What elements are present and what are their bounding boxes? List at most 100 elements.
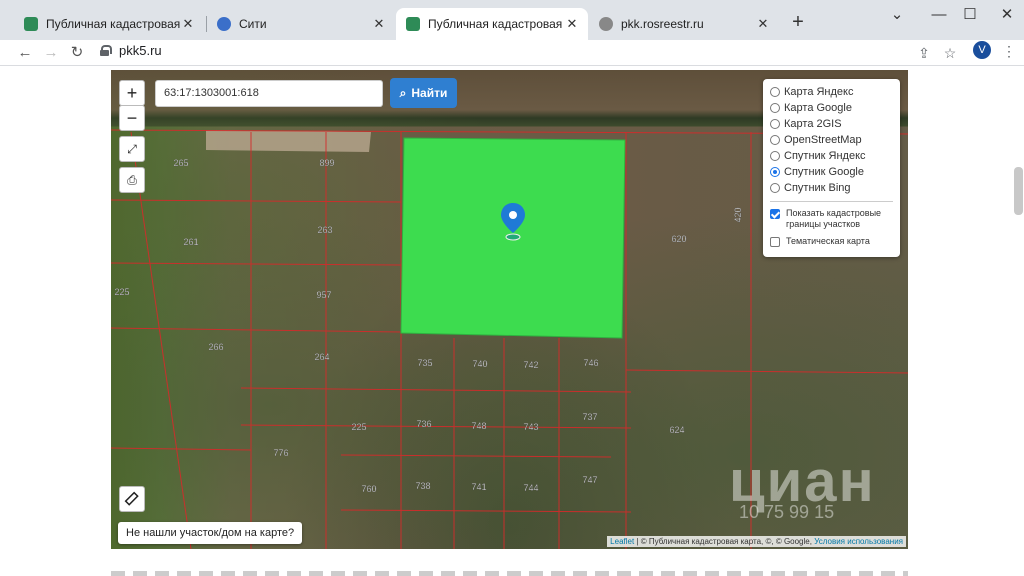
layer-label: Карта Яндекс xyxy=(784,86,854,98)
parcel-number-label: 738 xyxy=(415,481,430,491)
tab-title: Публичная кадастровая карта Р xyxy=(46,17,180,31)
thematic-map-checkbox-row[interactable]: Тематическая карта xyxy=(770,236,893,247)
parcel-number-label: 760 xyxy=(361,484,376,494)
parcel-number-label: 225 xyxy=(114,287,129,297)
tab-1[interactable]: Публичная кадастровая карта Р ✕ xyxy=(14,8,204,40)
layer-label: Спутник Bing xyxy=(784,182,851,194)
radio-icon[interactable] xyxy=(770,119,780,129)
tab-3-active[interactable]: Публичная кадастровая карта Р ✕ xyxy=(396,8,588,40)
layer-label: Спутник Google xyxy=(784,166,864,178)
radio-icon[interactable] xyxy=(770,103,780,113)
layer-option-google-satellite[interactable]: Спутник Google xyxy=(770,164,893,180)
tab-title: pkk.rosreestr.ru xyxy=(621,17,704,31)
search-icon: ⌕ xyxy=(399,85,407,100)
zoom-in-button[interactable]: + xyxy=(119,80,145,106)
parcel-number-label: 263 xyxy=(317,225,332,235)
parcel-number-label: 736 xyxy=(416,419,431,429)
tab-2[interactable]: Сити ✕ xyxy=(207,8,395,40)
checkbox-label: Тематическая карта xyxy=(786,236,870,246)
new-tab-button[interactable]: + xyxy=(786,11,810,35)
parcel-number-label: 620 xyxy=(671,234,686,244)
fullscreen-icon[interactable]: ⤢ xyxy=(119,136,145,162)
parcel-number-label: 746 xyxy=(583,358,598,368)
parcel-number-label: 744 xyxy=(523,483,538,493)
attribution-text: | © Публичная кадастровая карта, ©, © Go… xyxy=(636,537,812,546)
page-scrollbar[interactable] xyxy=(1014,167,1023,215)
parcel-number-label: 261 xyxy=(183,237,198,247)
parcel-number-label: 735 xyxy=(417,358,432,368)
layer-option-bing-satellite[interactable]: Спутник Bing xyxy=(770,180,893,196)
radio-icon[interactable] xyxy=(770,183,780,193)
layer-option-yandex-satellite[interactable]: Спутник Яндекс xyxy=(770,148,893,164)
minimize-icon[interactable]: — xyxy=(924,4,954,28)
parcel-number-label: 225 xyxy=(351,422,366,432)
zoom-out-button[interactable]: − xyxy=(119,105,145,131)
close-icon[interactable]: ✕ xyxy=(564,16,580,32)
tab-4[interactable]: pkk.rosreestr.ru ✕ xyxy=(589,8,779,40)
layer-label: Карта 2GIS xyxy=(784,118,842,130)
tab-title: Публичная кадастровая карта Р xyxy=(428,17,564,31)
layers-panel: Карта Яндекс Карта Google Карта 2GIS Ope… xyxy=(763,79,900,257)
forward-arrow-icon[interactable]: → xyxy=(40,42,62,64)
parcel-number-label: 743 xyxy=(523,422,538,432)
radio-selected-icon[interactable] xyxy=(770,167,780,177)
tab-title: Сити xyxy=(239,17,267,31)
parcel-number-label: 776 xyxy=(273,448,288,458)
page-text-below-map xyxy=(111,571,908,576)
close-icon[interactable]: ✕ xyxy=(180,16,196,32)
radio-icon[interactable] xyxy=(770,87,780,97)
browser-toolbar: ← → ↻ pkk5.ru ⇪ ☆ xyxy=(0,40,1024,66)
parcel-number-label: 740 xyxy=(472,359,487,369)
not-found-button[interactable]: Не нашли участок/дом на карте? xyxy=(118,522,303,544)
parcel-number-label: 624 xyxy=(669,425,684,435)
window-close-icon[interactable]: ✕ xyxy=(992,4,1022,28)
print-icon[interactable]: ⎙ xyxy=(119,167,145,193)
shield-icon xyxy=(24,17,38,31)
show-cadastral-checkbox-row[interactable]: Показать кадастровые границы участков xyxy=(770,208,893,230)
maximize-icon[interactable]: ☐ xyxy=(955,4,985,28)
reload-icon[interactable]: ↻ xyxy=(66,42,88,64)
menu-kebab-icon[interactable]: ⋮ xyxy=(1002,43,1016,60)
layer-option-2gis-map[interactable]: Карта 2GIS xyxy=(770,116,893,132)
layer-label: Спутник Яндекс xyxy=(784,150,866,162)
checkbox-checked-icon[interactable] xyxy=(770,209,780,219)
checkbox-label: Показать кадастровые границы участков xyxy=(786,208,882,229)
globe-icon xyxy=(599,17,613,31)
ruler-icon[interactable] xyxy=(119,486,145,512)
parcel-number-label: 265 xyxy=(173,158,188,168)
share-icon[interactable]: ⇪ xyxy=(914,43,934,63)
parcel-number-label: 264 xyxy=(314,352,329,362)
radio-icon[interactable] xyxy=(770,135,780,145)
layer-label: OpenStreetMap xyxy=(784,134,862,146)
parcel-number-label: 742 xyxy=(523,360,538,370)
parcel-number-label: 420 xyxy=(733,207,743,222)
parcel-number-label: 899 xyxy=(319,158,334,168)
map-view[interactable]: 265 899 261 263 225 957 266 264 620 735 740 742 746 2… xyxy=(111,70,908,549)
parcel-number-label: 747 xyxy=(582,475,597,485)
back-arrow-icon[interactable]: ← xyxy=(14,42,36,64)
layer-option-osm[interactable]: OpenStreetMap xyxy=(770,132,893,148)
layer-label: Карта Google xyxy=(784,102,852,114)
radio-icon[interactable] xyxy=(770,151,780,161)
find-button[interactable]: ⌕ Найти xyxy=(390,78,457,108)
find-button-label: Найти xyxy=(411,86,448,100)
tab-search-icon[interactable]: ⌄ xyxy=(882,4,912,28)
leaflet-link[interactable]: Leaflet xyxy=(610,537,634,546)
parcel-number-label: 748 xyxy=(471,421,486,431)
watermark-id: 10 75 99 15 xyxy=(739,502,835,522)
cadastral-search-input[interactable]: 63:17:1303001:618 xyxy=(155,80,383,107)
checkbox-icon[interactable] xyxy=(770,237,780,247)
avatar[interactable]: V xyxy=(973,41,991,59)
parcel-number-label: 741 xyxy=(471,482,486,492)
close-icon[interactable]: ✕ xyxy=(371,16,387,32)
layer-option-google-map[interactable]: Карта Google xyxy=(770,100,893,116)
url-text: pkk5.ru xyxy=(119,43,162,58)
bookmark-star-icon[interactable]: ☆ xyxy=(940,43,960,63)
globe-icon xyxy=(217,17,231,31)
parcel-number-label: 266 xyxy=(208,342,223,352)
terms-link[interactable]: Условия использования xyxy=(814,537,903,546)
address-bar[interactable]: pkk5.ru xyxy=(100,43,162,58)
lock-icon xyxy=(100,45,112,56)
layer-option-yandex-map[interactable]: Карта Яндекс xyxy=(770,84,893,100)
close-icon[interactable]: ✕ xyxy=(755,16,771,32)
